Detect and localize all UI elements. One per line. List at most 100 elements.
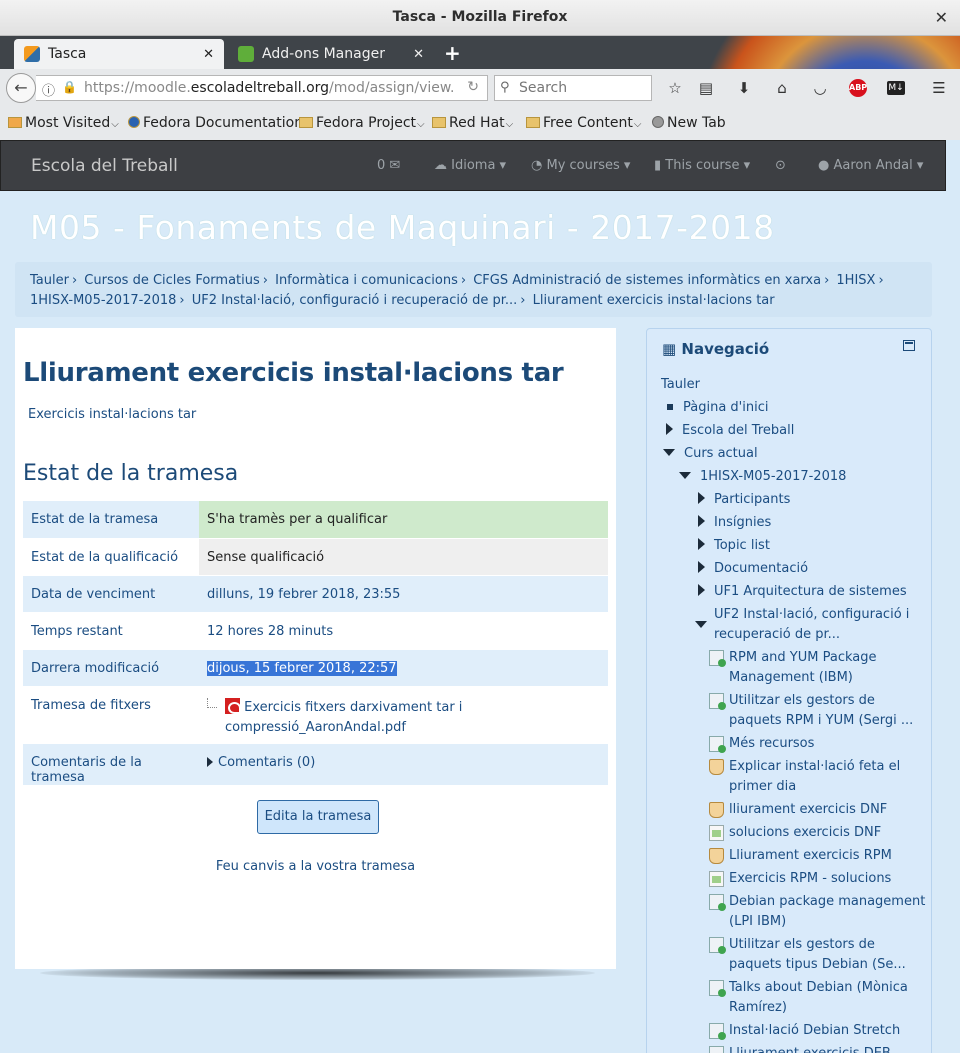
expand-icon xyxy=(698,538,705,550)
breadcrumb-item[interactable]: Informàtica i comunicacions xyxy=(275,273,458,288)
breadcrumb-item[interactable]: Tauler xyxy=(30,273,69,288)
moodle-favicon-icon xyxy=(24,46,40,62)
nav-item-current-course[interactable]: Curs actual xyxy=(663,444,758,464)
nav-item-home[interactable]: Pàgina d'inici xyxy=(667,398,768,418)
user-menu[interactable]: ● Aaron Andal ▾ xyxy=(818,158,923,173)
bookmark-red-hat[interactable]: Red Hat⌵ xyxy=(432,115,513,131)
bookmark-fedora-docs[interactable]: Fedora Documentation xyxy=(128,115,303,131)
nav-item-site[interactable]: Escola del Treball xyxy=(666,421,794,441)
pocket-icon[interactable]: ◡ xyxy=(810,78,830,98)
bookmark-star-icon[interactable]: ☆ xyxy=(665,78,685,98)
tab-addons-manager[interactable]: Add-ons Manager ✕ xyxy=(228,39,434,69)
assignment-icon xyxy=(709,848,724,864)
browser-chrome: Tasca ✕ Add-ons Manager ✕ + ← ⓘ 🔒 https:… xyxy=(0,36,960,140)
nav-item-participants[interactable]: Participants xyxy=(698,490,790,510)
nav-item-course[interactable]: 1HISX-M05-2017-2018 xyxy=(679,467,846,487)
nav-activity[interactable]: Lliurament exercicis RPM xyxy=(709,846,892,866)
site-brand[interactable]: Escola del Treball xyxy=(31,156,178,176)
row-value: S'ha tramès per a qualificar xyxy=(199,501,608,538)
rss-icon xyxy=(8,117,22,128)
nav-activity[interactable]: Talks about Debian (Mònica Ramírez) xyxy=(709,978,924,1018)
language-menu[interactable]: ☁ Idioma ▾ xyxy=(434,158,506,173)
breadcrumb-item[interactable]: 1HISX-M05-2017-2018 xyxy=(30,293,176,308)
info-icon[interactable]: ⓘ xyxy=(42,80,55,99)
table-row: Comentaris de la tramesa Comentaris (0) xyxy=(23,743,608,785)
submission-status-table: Estat de la tramesa S'ha tramès per a qu… xyxy=(23,501,608,786)
nav-activity[interactable]: Més recursos xyxy=(709,734,814,754)
nav-activity[interactable]: Debian package management (LPI IBM) xyxy=(709,892,931,932)
bookmark-new-tab[interactable]: New Tab xyxy=(652,115,726,131)
this-course-menu[interactable]: ▮ This course ▾ xyxy=(654,158,750,173)
bookmarks-toolbar: Most Visited⌵ Fedora Documentation Fedor… xyxy=(0,107,960,140)
table-row: Darrera modificació dijous, 15 febrer 20… xyxy=(23,649,608,686)
search-input[interactable]: ⚲ Search xyxy=(494,75,652,101)
breadcrumb-item[interactable]: UF2 Instal·lació, configuració i recuper… xyxy=(192,293,518,308)
breadcrumb-item[interactable]: CFGS Administració de sistemes informàti… xyxy=(473,273,821,288)
nav-activity[interactable]: lliurament exercicis DNF xyxy=(709,800,887,820)
collapse-block-icon[interactable] xyxy=(903,340,915,351)
expand-icon xyxy=(666,423,673,435)
nav-activity[interactable]: solucions exercicis DNF xyxy=(709,823,881,843)
page-icon xyxy=(709,1046,724,1053)
messages-menu[interactable]: 0 ✉ xyxy=(377,158,400,173)
markdown-icon[interactable]: M↓ xyxy=(887,81,905,95)
bookmark-fedora-project[interactable]: Fedora Project⌵ xyxy=(299,115,425,131)
breadcrumb-item[interactable]: 1HISX xyxy=(836,273,875,288)
file-link[interactable]: Exercicis fitxers darxivament tar i comp… xyxy=(225,700,462,735)
new-tab-button[interactable]: + xyxy=(444,41,461,65)
bookmark-most-visited[interactable]: Most Visited⌵ xyxy=(8,115,119,131)
tab-close-icon[interactable]: ✕ xyxy=(413,47,424,62)
bookmark-free-content[interactable]: Free Content⌵ xyxy=(526,115,641,131)
puzzle-icon xyxy=(238,46,254,62)
reload-icon[interactable]: ↻ xyxy=(467,79,479,95)
language-icon: ☁ xyxy=(434,158,452,173)
nav-activity[interactable]: Utilitzar els gestors de paquets RPM i Y… xyxy=(709,691,924,731)
comments-toggle[interactable]: Comentaris (0) xyxy=(199,743,608,785)
pdf-icon xyxy=(225,697,241,714)
tab-close-icon[interactable]: ✕ xyxy=(203,47,214,62)
row-value-selected: dijous, 15 febrer 2018, 22:57 xyxy=(207,660,397,676)
my-courses-menu[interactable]: ◔ My courses ▾ xyxy=(531,158,630,173)
sitemap-icon: ▦ xyxy=(662,340,682,358)
file-icon xyxy=(709,871,724,887)
nav-activity[interactable]: Explicar instal·lació feta el primer dia xyxy=(709,757,924,797)
compass-icon[interactable]: ⊙ xyxy=(775,158,786,173)
home-icon[interactable]: ⌂ xyxy=(772,78,792,98)
reading-list-icon[interactable]: ▤ xyxy=(696,78,716,98)
edit-submission-button[interactable]: Edita la tramesa xyxy=(257,800,379,834)
row-label: Comentaris de la tramesa xyxy=(23,743,199,785)
page-icon xyxy=(709,980,726,997)
nav-activity[interactable]: Utilitzar els gestors de paquets tipus D… xyxy=(709,935,924,975)
globe-icon xyxy=(652,116,664,128)
nav-item-badges[interactable]: Insígnies xyxy=(698,513,771,533)
back-button[interactable]: ← xyxy=(6,73,36,103)
nav-item-uf1[interactable]: UF1 Arquitectura de sistemes xyxy=(698,582,907,602)
page-icon xyxy=(709,736,726,753)
dashboard-icon: ◔ xyxy=(531,158,547,173)
edit-submission-hint: Feu canvis a la vostra tramesa xyxy=(215,859,416,874)
url-text[interactable]: https://moodle.escoladeltreball.org/mod/… xyxy=(84,80,455,96)
breadcrumb-item[interactable]: Cursos de Cicles Formatius xyxy=(84,273,259,288)
nav-item-dashboard[interactable]: Tauler xyxy=(661,375,700,395)
url-bar[interactable]: ⓘ 🔒 https://moodle.escoladeltreball.org/… xyxy=(36,75,488,101)
expand-icon xyxy=(698,584,705,596)
nav-activity[interactable]: Lliurament exercicis DEB xyxy=(709,1044,891,1053)
tab-strip: Tasca ✕ Add-ons Manager ✕ + xyxy=(0,36,960,69)
nav-activity[interactable]: Instal·lació Debian Stretch xyxy=(709,1021,900,1041)
comments-link[interactable]: Comentaris (0) xyxy=(218,755,315,770)
window-close-icon[interactable]: ✕ xyxy=(935,8,948,27)
downloads-icon[interactable]: ⬇ xyxy=(734,78,754,98)
nav-item-documentation[interactable]: Documentació xyxy=(698,559,808,579)
folder-icon xyxy=(299,117,313,128)
nav-item-uf2[interactable]: UF2 Instal·lació, configuració i recuper… xyxy=(695,605,910,645)
tab-tasca[interactable]: Tasca ✕ xyxy=(14,39,224,69)
nav-activity[interactable]: RPM and YUM Package Management (IBM) xyxy=(709,648,924,688)
assignment-title: Lliurament exercicis instal·lacions tar xyxy=(23,358,564,388)
navigation-block: ▦ Navegació Tauler Pàgina d'inici Escola… xyxy=(646,328,932,1053)
adblock-icon[interactable]: ABP xyxy=(849,79,867,97)
window-titlebar: Tasca - Mozilla Firefox ✕ xyxy=(0,0,960,36)
breadcrumb-item[interactable]: Lliurament exercicis instal·lacions tar xyxy=(533,293,775,308)
nav-activity[interactable]: Exercicis RPM - solucions xyxy=(709,869,891,889)
menu-icon[interactable]: ☰ xyxy=(929,78,949,98)
nav-item-topic-list[interactable]: Topic list xyxy=(698,536,770,556)
